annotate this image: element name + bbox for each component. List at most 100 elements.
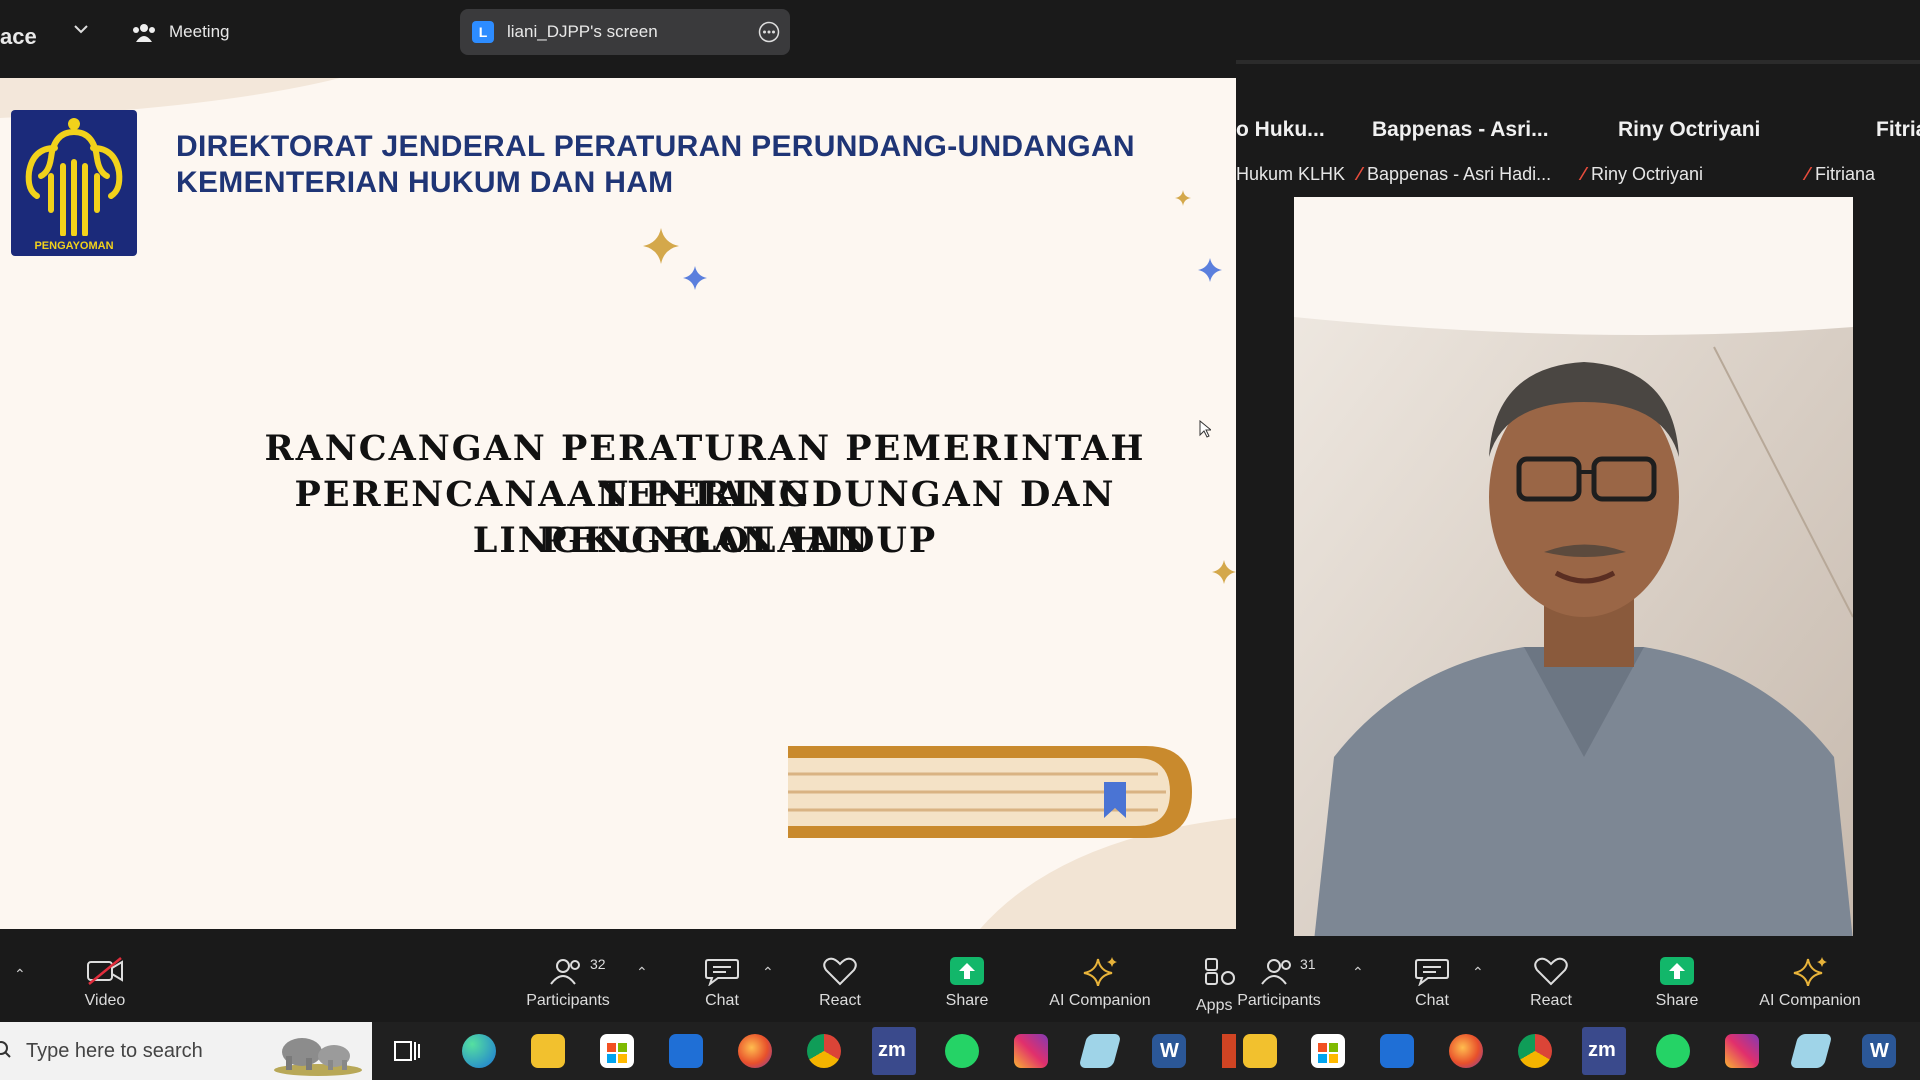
share-screen-button[interactable]: Share xyxy=(912,956,1022,1010)
book-illustration xyxy=(788,746,1192,838)
share-arrow-icon xyxy=(950,957,984,985)
caret-up-icon[interactable]: ⌃ xyxy=(14,966,26,983)
chat-button[interactable]: Chat xyxy=(667,956,777,1010)
search-icon xyxy=(0,1041,11,1058)
participants-icon xyxy=(550,959,580,985)
mic-muted-icon: ⁄ xyxy=(1358,164,1362,184)
slide-header-line2: KEMENTERIAN HUKUM DAN HAM xyxy=(176,166,674,199)
participants-label-right: Participants xyxy=(1237,992,1321,1009)
speaker-video-frame xyxy=(1294,197,1853,941)
zoom-icon: zm xyxy=(1588,1039,1616,1061)
share-label-right: Share xyxy=(1655,992,1699,1009)
file-explorer-icon[interactable] xyxy=(531,1034,565,1068)
notes-icon[interactable] xyxy=(1789,1034,1833,1068)
chat-caret-icon[interactable]: ⌃ xyxy=(1472,964,1484,981)
ai-companion-label: AI Companion xyxy=(1049,992,1151,1009)
left-top-bar: ace Meeting L liani_DJPP's screen xyxy=(0,0,1236,64)
instagram-icon[interactable] xyxy=(1725,1034,1759,1068)
office-icon-partial[interactable] xyxy=(1222,1034,1236,1068)
file-explorer-icon[interactable] xyxy=(1243,1034,1277,1068)
elephants-search-highlight-icon xyxy=(274,1038,362,1076)
whatsapp-icon[interactable] xyxy=(945,1034,979,1068)
chat-icon xyxy=(1415,959,1449,986)
participants-count-right: 31 xyxy=(1300,956,1316,972)
ai-companion-label-right: AI Companion xyxy=(1759,992,1861,1009)
ministry-logo: PENGAYOMAN xyxy=(11,110,137,256)
chevron-down-icon[interactable] xyxy=(74,24,88,34)
slide-title-line3: LINGKUNGAN HIDUP xyxy=(472,520,938,561)
chrome-icon[interactable] xyxy=(807,1034,841,1068)
tile-sub-1: Bappenas - Asri Hadi... xyxy=(1367,164,1552,184)
shared-slide: PENGAYOMAN DIREKTORAT JENDERAL PERATURAN… xyxy=(0,78,1236,929)
tile-name-1: Bappenas - Asri... xyxy=(1372,118,1549,141)
chrome-icon[interactable] xyxy=(1518,1034,1552,1068)
ai-companion-button[interactable]: AI Companion xyxy=(1040,956,1160,1010)
chat-label: Chat xyxy=(705,992,739,1009)
sparkle-gold-icon xyxy=(643,228,679,264)
firefox-icon[interactable] xyxy=(738,1034,772,1068)
mail-icon[interactable] xyxy=(1380,1034,1414,1068)
zoom-icon: zm xyxy=(878,1039,906,1061)
chat-label-right: Chat xyxy=(1415,992,1449,1009)
notes-icon[interactable] xyxy=(1078,1034,1122,1068)
heart-icon xyxy=(1534,957,1568,986)
more-options-icon[interactable] xyxy=(758,21,780,43)
zoom-taskbar-button[interactable]: zm xyxy=(872,1027,916,1075)
participants-button[interactable]: 32 Participants xyxy=(513,956,623,1010)
ai-sparkle-icon xyxy=(1083,957,1117,986)
word-icon[interactable]: W xyxy=(1152,1034,1186,1068)
participants-caret-icon[interactable]: ⌃ xyxy=(636,964,648,981)
task-view-icon[interactable] xyxy=(394,1038,420,1064)
window-title-fragment: ace xyxy=(0,24,37,49)
participants-button-right[interactable]: 31 Participants xyxy=(1202,956,1356,1010)
tile-sub-3: Fitriana xyxy=(1815,164,1876,184)
tile-sub-2-wrap: ⁄ Riny Octriyani xyxy=(1582,164,1703,185)
video-off-icon xyxy=(87,957,123,985)
windows-taskbar: Type here to search zm W zm W xyxy=(0,1022,1920,1080)
react-button-right[interactable]: React xyxy=(1496,956,1606,1010)
participants-label: Participants xyxy=(526,992,610,1009)
active-speaker-video[interactable] xyxy=(1294,197,1853,941)
tree-emblem-icon xyxy=(25,118,123,236)
participants-icon xyxy=(1261,959,1291,985)
screen-share-label: liani_DJPP's screen xyxy=(507,22,658,41)
tile-name-2: Riny Octriyani xyxy=(1618,118,1761,141)
store-icon[interactable] xyxy=(600,1034,634,1068)
mail-icon[interactable] xyxy=(669,1034,703,1068)
people-icon xyxy=(133,24,155,42)
firefox-icon[interactable] xyxy=(1449,1034,1483,1068)
share-screen-button-right[interactable]: Share xyxy=(1622,956,1732,1010)
chat-button-right[interactable]: Chat xyxy=(1377,956,1487,1010)
tile-name-0: o Huku... xyxy=(1236,118,1325,141)
meeting-label: Meeting xyxy=(169,22,230,41)
tile-name-3: Fitria xyxy=(1876,118,1920,141)
left-zoom-window: ace Meeting L liani_DJPP's screen PENGAY… xyxy=(0,0,1236,1022)
word-letter: W xyxy=(1160,1040,1179,1062)
word-letter: W xyxy=(1870,1040,1889,1062)
right-meeting-toolbar: 31 Participants ⌃ Chat ⌃ React Share AI … xyxy=(1236,936,1920,1022)
store-icon[interactable] xyxy=(1311,1034,1345,1068)
word-icon[interactable]: W xyxy=(1862,1034,1896,1068)
sharer-avatar: L xyxy=(472,21,494,43)
logo-caption: PENGAYOMAN xyxy=(34,240,114,252)
taskbar-search-box[interactable]: Type here to search xyxy=(0,1022,372,1080)
zoom-taskbar-button[interactable]: zm xyxy=(1582,1027,1626,1075)
share-label: Share xyxy=(945,992,989,1009)
sparkle-small-gold-icon xyxy=(1175,190,1191,206)
mic-muted-icon: ⁄ xyxy=(1806,164,1810,184)
ai-companion-button-right[interactable]: AI Companion xyxy=(1750,956,1870,1010)
participants-caret-icon[interactable]: ⌃ xyxy=(1352,964,1364,981)
edge-icon[interactable] xyxy=(462,1034,496,1068)
whatsapp-icon[interactable] xyxy=(1656,1034,1690,1068)
stop-video-button[interactable]: Video xyxy=(50,956,160,1010)
mic-muted-icon: ⁄ xyxy=(1582,164,1586,184)
right-zoom-window: o Huku... Bappenas - Asri... Riny Octriy… xyxy=(1236,0,1920,1022)
screen-share-pill[interactable]: L liani_DJPP's screen xyxy=(460,9,790,55)
react-label: React xyxy=(819,992,861,1009)
heart-icon xyxy=(823,957,857,986)
ai-sparkle-icon xyxy=(1793,957,1827,986)
chat-caret-icon[interactable]: ⌃ xyxy=(762,964,774,981)
instagram-icon[interactable] xyxy=(1014,1034,1048,1068)
mouse-cursor-icon xyxy=(1199,420,1211,438)
react-button[interactable]: React xyxy=(785,956,895,1010)
